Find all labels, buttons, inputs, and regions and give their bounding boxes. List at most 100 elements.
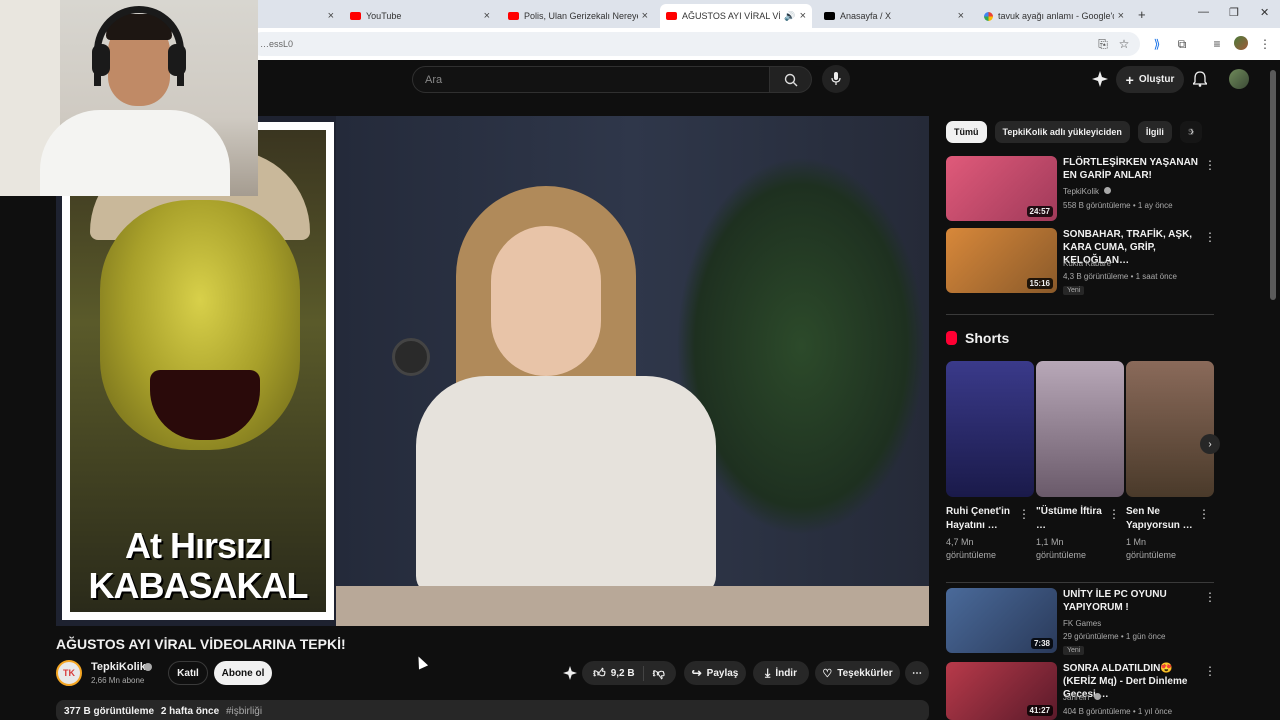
speaker-icon[interactable]: 🔊 — [784, 11, 795, 22]
description-box[interactable]: 377 B görüntüleme 2 hafta önce #işbirliğ… — [56, 700, 929, 720]
more-vertical-icon[interactable]: ⋮ — [1204, 664, 1216, 678]
thanks-button[interactable]: ♡ Teşekkürler — [815, 661, 900, 685]
alarm-clock — [392, 338, 430, 376]
restore-icon[interactable]: ❐ — [1229, 6, 1239, 19]
browser-tab[interactable]: YouTube × — [344, 4, 496, 28]
video-thumbnail[interactable]: 7:38 — [946, 588, 1057, 653]
more-vertical-icon[interactable]: ⋮ — [1198, 507, 1210, 521]
chevron-right-icon[interactable]: › — [1190, 124, 1194, 138]
profile-avatar[interactable] — [1234, 36, 1248, 50]
video-thumbnail[interactable]: 15:16 — [946, 228, 1057, 293]
voice-search-button[interactable] — [822, 65, 850, 93]
thumbs-down-icon[interactable]: 👎︎ — [649, 666, 665, 681]
like-button[interactable]: 👍︎ 9,2 B — [593, 665, 644, 681]
recommended-meta: 4,3 B görüntüleme • 1 saat önce — [1063, 272, 1177, 281]
close-icon[interactable]: × — [642, 10, 648, 22]
channel-avatar[interactable]: TK — [56, 660, 82, 686]
bookmark-star-icon[interactable]: ☆ — [1117, 37, 1131, 51]
recommended-title[interactable]: UNİTY İLE PC OYUNU YAPIYORUM ! — [1063, 588, 1199, 614]
recommended-channel[interactable]: TepkiKolik — [1063, 187, 1112, 196]
more-vertical-icon[interactable]: ⋮ — [1204, 230, 1216, 244]
recommended-title[interactable]: FLÖRTLEŞİRKEN YAŞANAN EN GARİP ANLAR! — [1063, 156, 1199, 182]
search-input[interactable]: Ara — [412, 66, 770, 93]
more-vertical-icon[interactable]: ⋮ — [1204, 590, 1216, 604]
share-button[interactable]: ↪ Paylaş — [684, 661, 746, 685]
video-thumbnail[interactable]: 24:57 — [946, 156, 1057, 221]
minimize-icon[interactable]: — — [1198, 6, 1209, 18]
create-label: Oluştur — [1138, 74, 1175, 85]
new-badge: Yeni — [1063, 646, 1085, 655]
recommended-video[interactable]: 24:57 FLÖRTLEŞİRKEN YAŞANAN EN GARİP ANL… — [946, 156, 1216, 222]
recommended-video[interactable]: 15:16 SONBAHAR, TRAFİK, AŞK, KARA CUMA, … — [946, 228, 1216, 295]
recommended-meta: 29 görüntüleme • 1 gün önce — [1063, 632, 1166, 641]
recommended-channel[interactable]: FK Games — [1063, 619, 1101, 628]
close-icon[interactable]: × — [800, 10, 806, 22]
browser-tab[interactable]: Anasayfa / X × — [818, 4, 970, 28]
gemini-sparkle-icon[interactable] — [1091, 70, 1109, 88]
more-vertical-icon[interactable]: ⋮ — [1204, 158, 1216, 172]
browser-tab-active[interactable]: AĞUSTOS AYI VİRAL VİDEO 🔊 × — [660, 4, 812, 28]
account-avatar[interactable] — [1229, 69, 1249, 89]
youtube-header: Ara + Oluştur — [258, 60, 1280, 98]
more-actions-button[interactable]: ⋯ — [905, 661, 929, 685]
gemini-ask-button[interactable] — [558, 661, 582, 685]
join-button[interactable]: Katıl — [168, 661, 208, 685]
tab-title: Anasayfa / X — [840, 11, 892, 21]
recommended-video[interactable]: 7:38 UNİTY İLE PC OYUNU YAPIYORUM ! FK G… — [946, 588, 1216, 655]
address-bar[interactable]: …essL0 — [250, 32, 1140, 56]
extension-icon[interactable]: ⟫ — [1150, 37, 1164, 51]
youtube-icon — [508, 12, 519, 20]
subscriber-count: 2,66 Mn abone — [91, 676, 145, 685]
subscribe-button[interactable]: Abone ol — [214, 661, 272, 685]
close-icon[interactable]: × — [328, 10, 334, 22]
short-thumbnail[interactable] — [1126, 361, 1214, 497]
media-icon[interactable]: ≡ — [1210, 37, 1224, 51]
browser-tab[interactable]: tavuk ayağı anlamı - Google'da × — [978, 4, 1130, 28]
plus-icon: + — [1125, 71, 1134, 88]
short-title[interactable]: Ruhi Çenet'in Hayatını … — [946, 505, 1016, 533]
search-button[interactable] — [770, 66, 812, 93]
create-button[interactable]: + Oluştur — [1116, 66, 1184, 93]
recommended-video[interactable]: 41:27 SONRA ALDATILDIN😍(KERİZ Mq) - Dert… — [946, 662, 1216, 720]
recommended-channel[interactable]: Jahrein — [1063, 693, 1102, 702]
download-button[interactable]: ⤓ İndir — [753, 661, 809, 685]
youtube-icon — [666, 12, 677, 20]
hashtag-link[interactable]: #işbirliği — [226, 706, 262, 717]
thumbs-up-icon: 👍︎ — [593, 665, 606, 680]
chip-related[interactable]: İlgili — [1137, 121, 1172, 143]
chip-all[interactable]: Tümü — [946, 121, 987, 143]
close-window-icon[interactable]: ✕ — [1260, 6, 1269, 19]
install-icon[interactable]: ⎘ — [1096, 37, 1110, 51]
page-scrollbar[interactable] — [1270, 70, 1276, 300]
download-icon: ⤓ — [765, 665, 771, 680]
short-item[interactable]: Sen Ne Yapıyorsun … 1 Mn görüntüleme ⋮ — [1126, 361, 1214, 562]
short-thumbnail[interactable] — [1036, 361, 1124, 497]
short-thumbnail[interactable] — [946, 361, 1034, 497]
short-item[interactable]: "Üstüme İftira … 1,1 Mn görüntüleme ⋮ — [1036, 361, 1124, 562]
short-title[interactable]: Sen Ne Yapıyorsun … — [1126, 505, 1196, 533]
channel-name[interactable]: TepkiKolik — [91, 661, 146, 673]
recommended-channel[interactable]: Kukla Kabare — [1063, 259, 1111, 268]
more-vertical-icon[interactable]: ⋮ — [1018, 507, 1030, 521]
sparkle-icon — [563, 666, 577, 680]
close-icon[interactable]: × — [958, 10, 964, 22]
verified-badge-icon — [1104, 187, 1112, 194]
shorts-next-button[interactable]: › — [1200, 434, 1220, 454]
close-icon[interactable]: × — [484, 10, 490, 22]
puzzle-icon[interactable]: ⧉ — [1175, 37, 1189, 51]
more-vertical-icon[interactable]: ⋮ — [1108, 507, 1120, 521]
short-item[interactable]: Ruhi Çenet'in Hayatını … 4,7 Mn görüntül… — [946, 361, 1034, 562]
browser-tab[interactable]: Polis, Ulan Gerizekalı Nereye Al × — [502, 4, 654, 28]
address-text: …essL0 — [260, 39, 294, 49]
new-tab-button[interactable]: + — [1138, 7, 1146, 22]
video-thumbnail[interactable]: 41:27 — [946, 662, 1057, 720]
chip-from-uploader[interactable]: TepkiKolik adlı yükleyiciden — [994, 121, 1130, 143]
notifications-bell-icon[interactable] — [1191, 70, 1209, 88]
short-title[interactable]: "Üstüme İftira … — [1036, 505, 1106, 533]
close-icon[interactable]: × — [1118, 10, 1124, 22]
kebab-menu-icon[interactable]: ⋮ — [1258, 37, 1272, 51]
duration-badge: 7:38 — [1030, 638, 1053, 649]
browser-tab[interactable]: × — [262, 4, 340, 28]
section-divider — [946, 314, 1214, 315]
reaction-thumbnail-overlay: At Hırsızı KABASAKAL — [62, 122, 334, 620]
